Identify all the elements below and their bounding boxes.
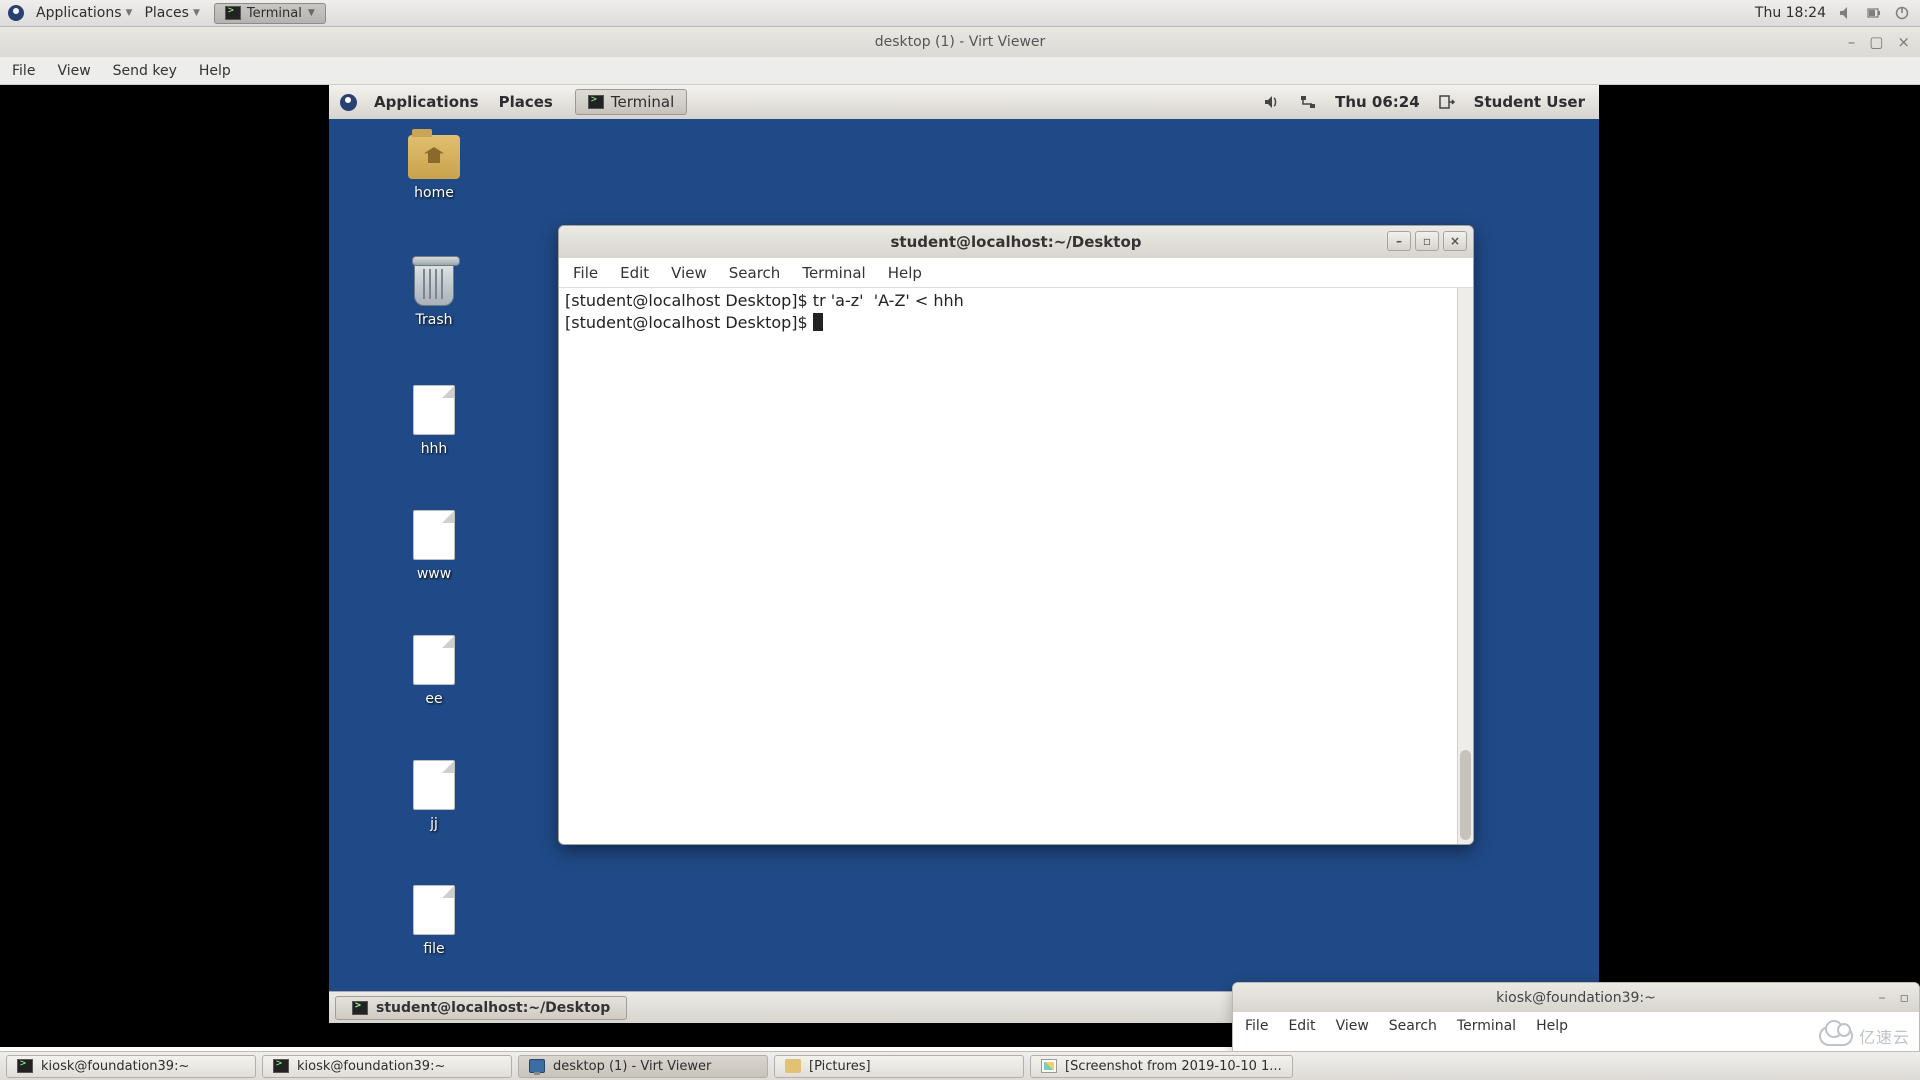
image-icon (1041, 1059, 1057, 1073)
desktop-icon-ee[interactable]: ee (389, 635, 479, 707)
desktop-icon-trash[interactable]: Trash (389, 260, 479, 328)
gt-help-menu[interactable]: Help (888, 264, 922, 282)
trash-icon (414, 260, 454, 306)
minimize-button[interactable]: – (1387, 231, 1411, 251)
vm-desktop[interactable]: Applications Places Terminal Thu 06:24 S… (329, 85, 1599, 1023)
scrollbar-thumb[interactable] (1460, 750, 1471, 840)
minimize-button[interactable]: – (1879, 990, 1886, 1006)
maximize-button[interactable]: ▫ (1900, 990, 1910, 1006)
fedora-icon (8, 5, 24, 21)
gt-file-menu[interactable]: File (573, 264, 598, 282)
logout-icon (1438, 93, 1456, 111)
monitor-icon (529, 1059, 545, 1073)
close-button[interactable]: × (1897, 33, 1910, 51)
host-places-menu[interactable]: Places▼ (138, 5, 205, 21)
file-icon (413, 635, 455, 685)
terminal-icon (225, 6, 241, 20)
kt-view-menu[interactable]: View (1336, 1018, 1369, 1034)
kt-help-menu[interactable]: Help (1536, 1018, 1568, 1034)
taskbar-kiosk-1[interactable]: kiosk@foundation39:~ (6, 1055, 256, 1078)
maximize-button[interactable]: ▫ (1415, 231, 1439, 251)
desktop-icon-www[interactable]: www (389, 510, 479, 582)
gnome-terminal-menubar: File Edit View Search Terminal Help (559, 258, 1473, 288)
vm-places-menu[interactable]: Places (489, 93, 563, 111)
vv-view-menu[interactable]: View (57, 63, 90, 79)
file-icon (413, 385, 455, 435)
terminal-icon (273, 1059, 289, 1073)
vm-top-panel: Applications Places Terminal Thu 06:24 S… (329, 85, 1599, 119)
kiosk-terminal-menubar: File Edit View Search Terminal Help (1233, 1012, 1919, 1040)
gnome-terminal-window[interactable]: student@localhost:~/Desktop – ▫ × File E… (558, 225, 1474, 845)
network-icon[interactable] (1299, 93, 1317, 111)
host-applications-menu[interactable]: Applications▼ (30, 5, 138, 21)
kt-terminal-menu[interactable]: Terminal (1457, 1018, 1516, 1034)
gt-view-menu[interactable]: View (671, 264, 707, 282)
desktop-icon-jj[interactable]: jj (389, 760, 479, 832)
host-top-panel: Applications▼ Places▼ Terminal▼ Thu 18:2… (0, 0, 1920, 27)
gt-terminal-menu[interactable]: Terminal (802, 264, 865, 282)
file-icon (413, 885, 455, 935)
folder-icon (408, 135, 460, 179)
kt-file-menu[interactable]: File (1245, 1018, 1268, 1034)
host-clock[interactable]: Thu 18:24 (1755, 5, 1826, 21)
desktop-icon-home[interactable]: home (389, 135, 479, 201)
taskbar-kiosk-2[interactable]: kiosk@foundation39:~ (262, 1055, 512, 1078)
watermark: 亿速云 (1819, 1024, 1910, 1048)
fedora-icon (340, 94, 357, 111)
vm-taskbar-terminal[interactable]: student@localhost:~/Desktop (335, 996, 627, 1020)
battery-icon[interactable] (1866, 5, 1882, 21)
host-taskbar: kiosk@foundation39:~ kiosk@foundation39:… (0, 1051, 1920, 1080)
vm-clock[interactable]: Thu 06:24 (1335, 93, 1420, 111)
power-icon[interactable] (1894, 5, 1910, 21)
desktop-icon-file[interactable]: file (389, 885, 479, 957)
file-icon (413, 760, 455, 810)
terminal-icon (17, 1059, 33, 1073)
file-icon (413, 510, 455, 560)
gt-edit-menu[interactable]: Edit (620, 264, 649, 282)
kiosk-terminal-window[interactable]: kiosk@foundation39:~ – ▫ File Edit View … (1232, 982, 1920, 1054)
volume-icon[interactable] (1263, 93, 1281, 111)
volume-icon[interactable] (1838, 5, 1854, 21)
terminal-output[interactable]: [student@localhost Desktop]$ tr 'a-z' 'A… (559, 288, 1457, 844)
host-terminal-task[interactable]: Terminal▼ (214, 3, 326, 24)
vm-user-label[interactable]: Student User (1474, 93, 1585, 111)
taskbar-screenshot[interactable]: [Screenshot from 2019-10-10 1... (1030, 1055, 1293, 1078)
kiosk-terminal-title: kiosk@foundation39:~ (1496, 990, 1656, 1006)
taskbar-pictures[interactable]: [Pictures] (774, 1055, 1024, 1078)
vm-black-frame: Applications Places Terminal Thu 06:24 S… (0, 85, 1920, 1047)
gnome-terminal-titlebar[interactable]: student@localhost:~/Desktop – ▫ × (559, 226, 1473, 258)
cursor-icon (813, 313, 823, 331)
folder-icon (785, 1059, 801, 1073)
scrollbar[interactable] (1457, 288, 1473, 844)
terminal-icon (588, 95, 604, 109)
kt-search-menu[interactable]: Search (1389, 1018, 1437, 1034)
vv-file-menu[interactable]: File (12, 63, 35, 79)
minimize-button[interactable]: – (1848, 33, 1856, 51)
virt-viewer-menubar: File View Send key Help (0, 57, 1920, 85)
vm-applications-menu[interactable]: Applications (364, 93, 489, 111)
taskbar-virt-viewer[interactable]: desktop (1) - Virt Viewer (518, 1055, 768, 1078)
terminal-icon (352, 1001, 368, 1015)
vm-terminal-task[interactable]: Terminal (575, 89, 687, 115)
maximize-button[interactable]: ▢ (1869, 33, 1883, 51)
virt-viewer-title: desktop (1) - Virt Viewer (875, 34, 1046, 50)
cloud-icon (1819, 1026, 1853, 1046)
gnome-terminal-title: student@localhost:~/Desktop (890, 233, 1141, 251)
close-button[interactable]: × (1443, 231, 1467, 251)
gt-search-menu[interactable]: Search (729, 264, 781, 282)
virt-viewer-window: desktop (1) - Virt Viewer – ▢ × File Vie… (0, 27, 1920, 1047)
vv-help-menu[interactable]: Help (199, 63, 231, 79)
desktop-icon-hhh[interactable]: hhh (389, 385, 479, 457)
kt-edit-menu[interactable]: Edit (1288, 1018, 1315, 1034)
kiosk-terminal-titlebar[interactable]: kiosk@foundation39:~ – ▫ (1233, 983, 1919, 1012)
vv-sendkey-menu[interactable]: Send key (113, 63, 177, 79)
virt-viewer-titlebar[interactable]: desktop (1) - Virt Viewer – ▢ × (0, 27, 1920, 57)
